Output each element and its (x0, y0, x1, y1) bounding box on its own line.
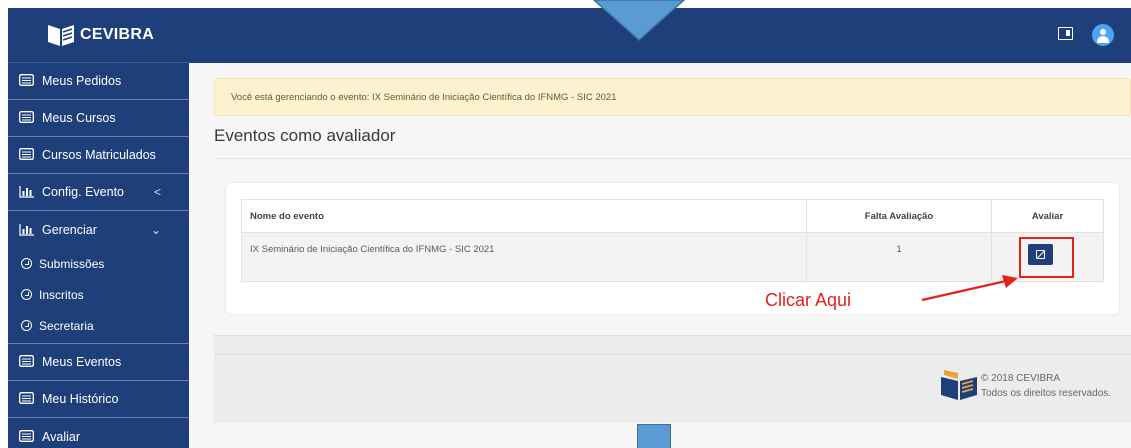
cevibra-logo-icon (941, 370, 977, 400)
divider (214, 158, 1131, 159)
sidebar-item-label: Meus Eventos (42, 355, 122, 369)
event-alert: Você está gerenciando o evento: IX Semin… (214, 78, 1131, 116)
sidebar-subgroup-gerenciar: Submissões Inscritos Secretaria (8, 248, 189, 344)
sidebar-item-label: Meus Cursos (42, 111, 116, 125)
window-toggle-icon[interactable] (1058, 27, 1073, 40)
chevron-down-icon: ⌄ (150, 222, 161, 237)
list-icon (19, 355, 36, 369)
sidebar-item-label: Cursos Matriculados (42, 148, 156, 162)
annotation-arrow-icon (921, 275, 1018, 302)
sidebar-item-label: Gerenciar (42, 222, 97, 237)
list-icon (19, 74, 36, 88)
brand[interactable]: CEVIBRA (8, 8, 189, 63)
footer-text: © 2018 CEVIBRA Todos os direitos reserva… (981, 371, 1111, 401)
highlight-box (1019, 237, 1074, 278)
cevibra-logo-icon (48, 25, 74, 46)
main-content: Você está gerenciando o evento: IX Semin… (189, 63, 1131, 448)
column-header-falta: Falta Avaliação (806, 199, 992, 233)
clock-icon (21, 289, 32, 300)
column-header-avaliar: Avaliar (991, 199, 1104, 233)
clock-icon (21, 258, 32, 269)
overlay-down-arrow-icon (592, 0, 686, 42)
rights-text: Todos os direitos reservados. (981, 388, 1112, 399)
sidebar-item-gerenciar[interactable]: Gerenciar ⌄ (8, 211, 189, 248)
sidebar-item-label: Meus Pedidos (42, 74, 122, 88)
footer: © 2018 CEVIBRA Todos os direitos reserva… (214, 335, 1131, 423)
sidebar-subitem-label: Secretaria (39, 318, 94, 333)
sidebar-subitem-label: Inscritos (39, 287, 84, 302)
column-header-nome: Nome do evento (241, 199, 807, 233)
copyright-text: © 2018 CEVIBRA (981, 373, 1061, 384)
list-icon (19, 148, 36, 162)
annotation-clicar-aqui: Clicar Aqui (765, 290, 852, 310)
divider (214, 354, 1131, 355)
sidebar-item-cursos-matriculados[interactable]: Cursos Matriculados (8, 137, 189, 174)
sidebar-item-meus-cursos[interactable]: Meus Cursos (8, 100, 189, 137)
brand-name: CEVIBRA (80, 26, 155, 43)
sidebar-item-avaliar[interactable]: Avaliar (8, 418, 189, 448)
bar-chart-icon (19, 223, 36, 237)
cell-event-name: IX Seminário de Iniciação Científica do … (241, 232, 807, 282)
sidebar-item-label: Config. Evento (42, 185, 124, 199)
alert-text: Você está gerenciando o evento: IX Semin… (231, 91, 617, 103)
chevron-left-icon: < (153, 185, 161, 199)
overlay-tab-marker (637, 424, 671, 448)
clock-icon (21, 320, 32, 331)
table-header-row: Nome do evento Falta Avaliação Avaliar (241, 199, 1104, 233)
bar-chart-icon (19, 185, 36, 199)
sidebar: CEVIBRA Meus Pedidos Meus Cursos Cursos … (8, 8, 189, 448)
sidebar-subitem-submissoes[interactable]: Submissões (8, 248, 189, 279)
page-title: Eventos como avaliador (214, 126, 396, 145)
sidebar-item-label: Avaliar (42, 429, 80, 444)
events-table: Nome do evento Falta Avaliação Avaliar I… (241, 199, 1104, 282)
sidebar-item-meus-eventos[interactable]: Meus Eventos (8, 344, 189, 381)
sidebar-item-meus-pedidos[interactable]: Meus Pedidos (8, 63, 189, 100)
sidebar-item-config-evento[interactable]: Config. Evento < (8, 174, 189, 211)
sidebar-item-meu-historico[interactable]: Meu Histórico (8, 381, 189, 418)
user-avatar-icon[interactable] (1092, 24, 1114, 46)
sidebar-subitem-label: Submissões (39, 256, 105, 271)
list-icon (19, 392, 36, 406)
list-icon (19, 429, 36, 444)
sidebar-subitem-secretaria[interactable]: Secretaria (8, 310, 189, 341)
sidebar-subitem-inscritos[interactable]: Inscritos (8, 279, 189, 310)
sidebar-item-label: Meu Histórico (42, 392, 119, 406)
list-icon (19, 111, 36, 125)
